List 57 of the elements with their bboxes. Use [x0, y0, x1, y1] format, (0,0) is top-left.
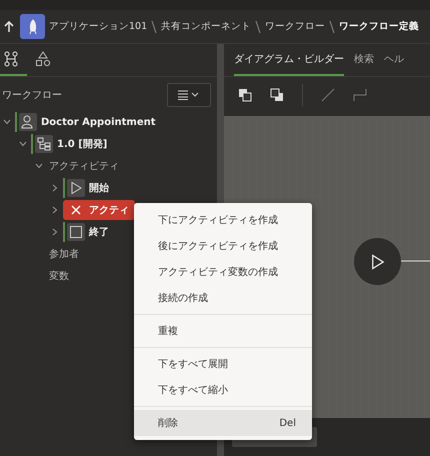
tree-label: 1.0 [開発]	[57, 138, 108, 151]
tree-label: アクティビティ	[49, 160, 119, 173]
breadcrumb-link[interactable]: 共有コンポーネント	[161, 20, 252, 33]
start-node[interactable]	[354, 238, 401, 285]
app-icon	[20, 14, 45, 39]
chevron-icon[interactable]	[34, 161, 44, 171]
tree-label: アクティ	[89, 204, 129, 217]
bring-front-icon[interactable]	[238, 88, 252, 102]
chevron-icon[interactable]	[50, 205, 60, 215]
list-caret-icon	[178, 90, 200, 100]
chevron-icon[interactable]	[18, 139, 28, 149]
tree-item[interactable]: 参加者	[47, 244, 85, 264]
tab[interactable]: ヘル	[384, 44, 404, 76]
menu-item[interactable]: 削除 Del	[134, 410, 312, 436]
shapes-icon	[35, 51, 51, 67]
up-arrow-icon[interactable]	[4, 20, 14, 32]
view-menu-button[interactable]	[167, 83, 211, 107]
menu-item[interactable]: 下にアクティビティを作成	[134, 207, 312, 233]
tree-item[interactable]: アクティビティ	[47, 156, 125, 176]
menu-item[interactable]: 後にアクティビティを作成	[134, 233, 312, 259]
tree-label: 変数	[49, 270, 69, 283]
menu-item[interactable]: 下をすべて縮小	[134, 377, 312, 403]
send-back-icon[interactable]	[270, 88, 284, 102]
menu-item[interactable]: 接続の作成	[134, 285, 312, 311]
connector-line	[401, 260, 430, 262]
chevron-icon[interactable]	[50, 227, 60, 237]
breadcrumb-link[interactable]: アプリケーション101	[49, 20, 148, 33]
flow-icon	[3, 51, 19, 67]
tab[interactable]: ダイアグラム・ビルダー	[234, 44, 344, 76]
tree-item[interactable]: Doctor Appointment	[15, 112, 162, 132]
tree-item[interactable]: 変数	[47, 266, 75, 286]
line-icon[interactable]	[321, 88, 335, 102]
menu-item[interactable]: 重複	[134, 318, 312, 344]
elbow-line-icon[interactable]	[353, 88, 367, 102]
breadcrumb-separator	[151, 20, 158, 34]
breadcrumb-link[interactable]: ワークフロー	[265, 20, 326, 33]
tree-title: ワークフロー	[2, 89, 62, 102]
tree-label: 開始	[89, 182, 109, 195]
tree-item[interactable]: 1.0 [開発]	[31, 134, 114, 154]
tree-label: 終了	[89, 226, 109, 239]
breadcrumb-separator	[329, 20, 336, 34]
play-icon	[370, 254, 384, 270]
tree-item[interactable]: アクティ	[63, 200, 135, 220]
menu-item[interactable]: アクティビティ変数の作成	[134, 259, 312, 285]
tree-item[interactable]: 開始	[63, 178, 115, 198]
chevron-icon[interactable]	[50, 183, 60, 193]
tree-label: Doctor Appointment	[41, 116, 156, 128]
tree-item[interactable]: 終了	[63, 222, 115, 242]
breadcrumb-separator	[255, 20, 262, 34]
hierarchy-icon	[35, 135, 53, 153]
chevron-icon[interactable]	[2, 117, 12, 127]
user-icon	[19, 113, 37, 131]
menu-item[interactable]: 下をすべて展開	[134, 351, 312, 377]
square-icon	[67, 223, 85, 241]
tab[interactable]: 検索	[354, 44, 374, 76]
play-icon	[67, 179, 85, 197]
tree-label: 参加者	[49, 248, 79, 261]
